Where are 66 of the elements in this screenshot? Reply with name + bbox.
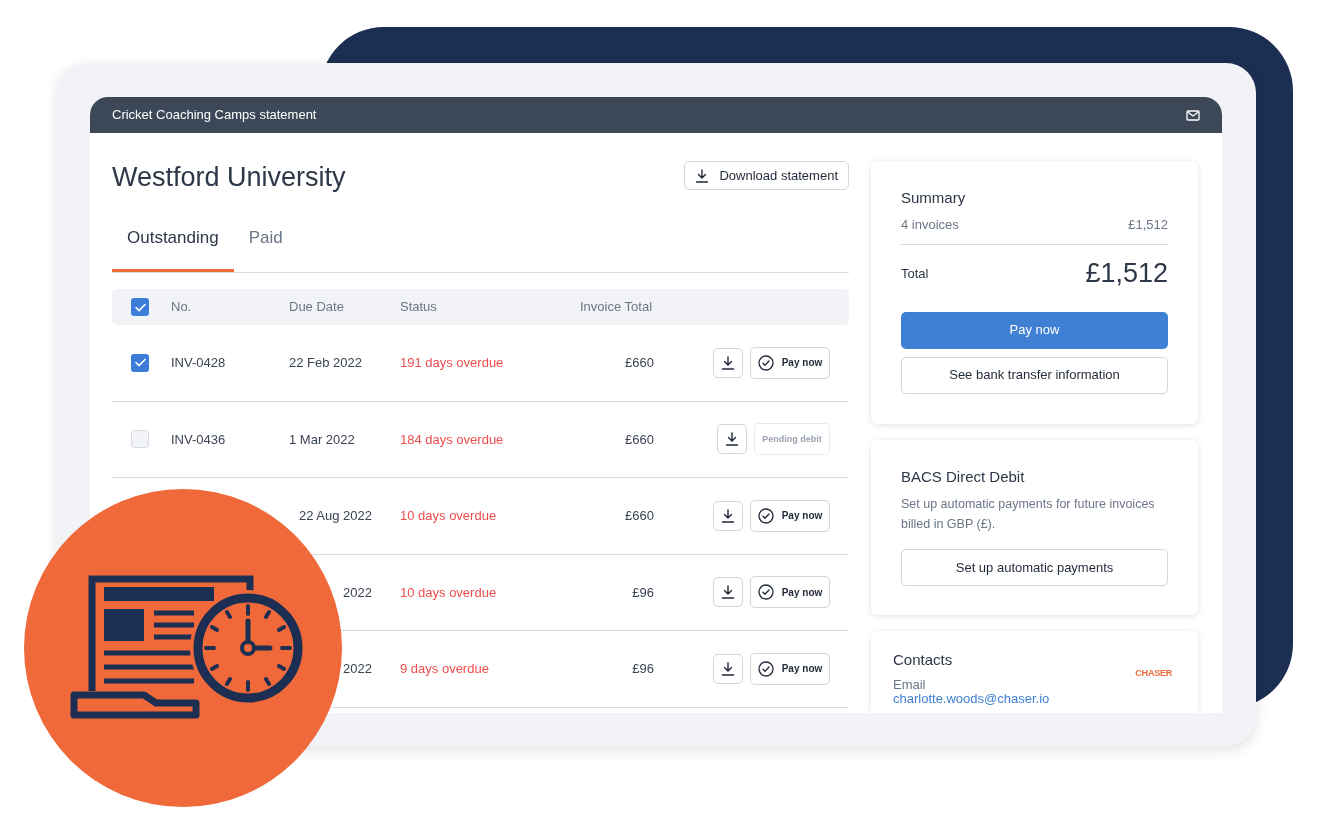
table-cell-text: £660: [625, 507, 654, 525]
pay-now-button[interactable]: Pay now: [750, 499, 830, 532]
check-circle-icon: [757, 660, 774, 677]
download-button[interactable]: [713, 347, 743, 378]
email-label: Email: [893, 677, 927, 692]
table-cell-text: 22 Aug 2022: [298, 507, 372, 525]
column-header: Due Date: [289, 298, 345, 317]
email-link[interactable]: charlotte.woods@chaser.io: [893, 691, 1050, 706]
laptop-clock-icon: [70, 573, 304, 721]
download-statement-button[interactable]: Download statement: [684, 161, 849, 190]
check-icon: [134, 302, 146, 312]
status-text: 9 days overdue: [400, 661, 489, 676]
table-cell-text: £660: [625, 354, 654, 372]
pay-now-button[interactable]: Pay now: [750, 652, 830, 685]
download-icon: [695, 168, 710, 183]
tab[interactable]: Outstanding: [112, 224, 234, 272]
checkbox[interactable]: [131, 353, 149, 372]
card-title: Summary: [901, 188, 967, 208]
table-cell-text: £660: [625, 430, 654, 449]
pay-now-button[interactable]: Pay now: [750, 346, 830, 379]
tab[interactable]: Paid: [233, 224, 298, 272]
table-cell-text: 2022: [343, 660, 372, 678]
status-text: 10 days overdue: [400, 508, 497, 523]
download-icon: [721, 661, 735, 676]
status-text: 10 days overdue: [400, 584, 497, 600]
download-icon: [725, 432, 739, 447]
download-button[interactable]: [717, 424, 747, 455]
download-button[interactable]: [713, 653, 743, 684]
table-cell-text: 1 Mar 2022: [289, 430, 355, 449]
checkbox[interactable]: [131, 430, 149, 449]
check-icon: [134, 358, 146, 368]
status-text: 191 days overdue: [400, 355, 504, 370]
card-title: BACS Direct Debit: [901, 466, 1026, 487]
subtotal-amount: £1,512: [1128, 215, 1168, 234]
automatic-payments-button[interactable]: Set up automatic payments: [901, 549, 1168, 586]
column-header: Invoice Total: [580, 298, 653, 317]
check-circle-icon: [757, 584, 774, 601]
pay-now-button[interactable]: Pay now: [750, 576, 830, 609]
invoice-count: 4 invoices: [901, 215, 959, 234]
table-cell: INV-0428: [171, 355, 226, 370]
mail-icon[interactable]: [1186, 109, 1200, 121]
table-cell-text: £96: [632, 660, 654, 678]
table-cell-text: 22 Feb 2022: [289, 354, 362, 372]
column-header: No.: [171, 298, 193, 317]
logo: CHASER: [1135, 667, 1172, 680]
check-circle-icon: [757, 354, 774, 371]
download-icon: [721, 508, 735, 523]
table-cell-text: £96: [632, 583, 654, 602]
card-description: Set up automatic payments for future invoices billed in GBP (£).: [901, 496, 1156, 533]
status-text: 184 days overdue: [400, 431, 504, 447]
checkbox[interactable]: [131, 298, 149, 316]
account-name: Westford University: [112, 161, 346, 194]
download-icon: [721, 585, 735, 600]
card-title: Contacts: [893, 650, 954, 670]
pay-now-button[interactable]: Pay now: [901, 311, 1168, 349]
table-cell: INV-0436: [171, 431, 226, 447]
download-button[interactable]: [713, 500, 743, 531]
window-title: Cricket Coaching Camps statement: [112, 106, 317, 125]
total-amount: £1,512: [1085, 257, 1168, 290]
table-cell-text: 2022: [343, 583, 372, 602]
bank-transfer-button[interactable]: See bank transfer information: [901, 356, 1168, 394]
check-circle-icon: [757, 507, 774, 524]
download-icon: [721, 355, 735, 370]
total-label: Total: [901, 264, 929, 283]
download-button[interactable]: [713, 577, 743, 608]
column-header: Status: [400, 298, 438, 317]
